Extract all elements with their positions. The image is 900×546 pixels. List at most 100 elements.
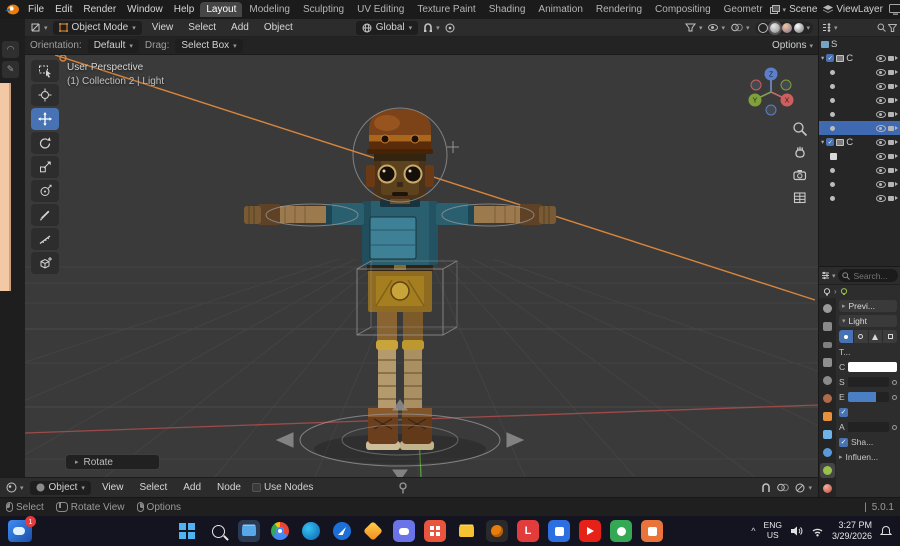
light-type-point[interactable] (839, 330, 854, 343)
tool-annotate[interactable] (31, 204, 59, 226)
drag-setting-dropdown[interactable]: Select Box ▾ (175, 38, 243, 53)
scene-selector[interactable]: ▾ Scene (769, 4, 817, 15)
file-explorer-button[interactable] (238, 520, 260, 542)
tab-world[interactable] (820, 391, 835, 406)
menu-edit[interactable]: Edit (50, 3, 77, 16)
properties-search[interactable] (837, 269, 898, 282)
light-type-area[interactable] (883, 330, 897, 343)
camera-icon[interactable] (888, 111, 898, 118)
outliner-row-scene[interactable]: S (819, 37, 900, 51)
keyframe-dot-icon[interactable] (892, 424, 897, 430)
keyframe-dot-icon[interactable] (892, 394, 897, 400)
visibility-dropdown[interactable]: ▾ (684, 23, 702, 32)
tray-expand-chevron[interactable]: ^ (751, 526, 755, 536)
eye-icon[interactable] (876, 138, 886, 146)
solid-shading-button[interactable] (770, 22, 781, 33)
discord-button[interactable] (393, 520, 415, 542)
outliner-row-selected[interactable] (819, 121, 900, 135)
workspace-tab-compositing[interactable]: Compositing (649, 2, 717, 17)
workspace-tab-shading[interactable]: Shading (483, 2, 532, 17)
menu-help[interactable]: Help (169, 3, 200, 16)
outliner-row-object[interactable] (819, 191, 900, 205)
orientation-setting-dropdown[interactable]: Default ▾ (87, 38, 139, 53)
tool-move[interactable] (31, 108, 59, 130)
menu-add[interactable]: Add (178, 481, 206, 494)
influence-panel-header[interactable]: ▸ Influen... (839, 451, 897, 463)
snap-toggle[interactable]: ▾ (423, 22, 440, 33)
eye-icon[interactable] (876, 110, 886, 118)
browser-button[interactable] (331, 520, 353, 542)
edge-button[interactable] (300, 520, 322, 542)
app-green-button[interactable] (610, 520, 632, 542)
eye-icon[interactable] (876, 152, 886, 160)
menu-object[interactable]: Object (259, 21, 298, 34)
use-nodes-toggle[interactable]: Use Nodes (251, 482, 313, 493)
blender-button[interactable] (486, 520, 508, 542)
speaker-icon[interactable] (790, 525, 803, 537)
tool-rotate[interactable] (31, 132, 59, 154)
menu-window[interactable]: Window (122, 3, 168, 16)
outliner-row-collection[interactable]: ▾ ✓ C (819, 135, 900, 149)
shader-type-dropdown[interactable]: Object ▾ (29, 480, 91, 495)
expand-caret-icon[interactable]: ▾ (821, 138, 824, 146)
tool-add-cube[interactable] (31, 252, 59, 274)
light-data-icon[interactable] (840, 287, 848, 296)
rendered-shading-button[interactable] (794, 22, 805, 33)
menu-render[interactable]: Render (78, 3, 121, 16)
properties-search-input[interactable] (851, 269, 894, 282)
blender-logo-icon[interactable] (4, 3, 20, 16)
search-button[interactable] (207, 520, 229, 542)
outliner-row-collection[interactable]: ▾ ✓ C (819, 51, 900, 65)
use-nodes-checkbox[interactable] (251, 483, 261, 492)
outliner-row-object[interactable] (819, 107, 900, 121)
tool-transform[interactable] (31, 180, 59, 202)
camera-view-icon[interactable] (792, 167, 808, 183)
proportional-editing-toggle[interactable] (445, 23, 455, 33)
menu-view[interactable]: View (97, 481, 129, 494)
tool-scale[interactable] (31, 156, 59, 178)
light-type-sun[interactable] (853, 330, 869, 343)
shadow-checkbox[interactable]: ✓ (839, 437, 848, 447)
ortho-grid-icon[interactable] (792, 190, 808, 206)
notification-bell-icon[interactable] (880, 525, 892, 537)
outliner-row-object[interactable] (819, 79, 900, 93)
camera-icon[interactable] (888, 125, 898, 132)
workspace-tab-animation[interactable]: Animation (532, 2, 588, 17)
workspace-tab-rendering[interactable]: Rendering (590, 2, 648, 17)
expand-caret-icon[interactable]: ▾ (821, 54, 824, 62)
editor-type-button[interactable]: ▾ (6, 482, 24, 493)
tab-view-layer[interactable] (820, 355, 835, 370)
folder-button[interactable] (455, 520, 477, 542)
workspace-tab-layout[interactable]: Layout (200, 2, 243, 17)
camera-icon[interactable] (888, 83, 898, 90)
camera-icon[interactable] (888, 167, 898, 174)
workspace-tab-texture-paint[interactable]: Texture Paint (411, 2, 481, 17)
tool-cursor[interactable] (31, 84, 59, 106)
material-shading-button[interactable] (782, 22, 793, 33)
magnet-icon[interactable] (761, 482, 771, 493)
menu-select[interactable]: Select (134, 481, 172, 494)
outliner-row-object[interactable] (819, 163, 900, 177)
pan-hand-icon[interactable] (792, 144, 808, 160)
workspace-tab-uv-editing[interactable]: UV Editing (351, 2, 410, 17)
light-panel-header[interactable]: ▾ Light (839, 315, 897, 327)
outliner-row-object[interactable] (819, 93, 900, 107)
show-overlays-toggle[interactable]: ▾ (708, 24, 725, 32)
zoom-icon[interactable] (792, 121, 808, 137)
eye-icon[interactable] (876, 180, 886, 188)
camera-icon[interactable] (888, 153, 898, 160)
properties-editor-icon[interactable] (821, 271, 830, 280)
tool-select-box[interactable] (31, 60, 59, 82)
language-indicator[interactable]: ENG US (764, 520, 782, 541)
camera-icon[interactable] (888, 139, 898, 146)
tool-measure[interactable] (31, 228, 59, 250)
tab-tool[interactable] (820, 301, 835, 316)
tab-render[interactable] (820, 319, 835, 334)
collection-checkbox[interactable]: ✓ (826, 54, 835, 62)
light-color-swatch[interactable] (848, 362, 897, 372)
eye-icon[interactable] (876, 68, 886, 76)
tab-object[interactable] (820, 409, 835, 424)
tab-scene[interactable] (820, 373, 835, 388)
eye-icon[interactable] (876, 54, 886, 62)
menu-select[interactable]: Select (183, 21, 221, 34)
